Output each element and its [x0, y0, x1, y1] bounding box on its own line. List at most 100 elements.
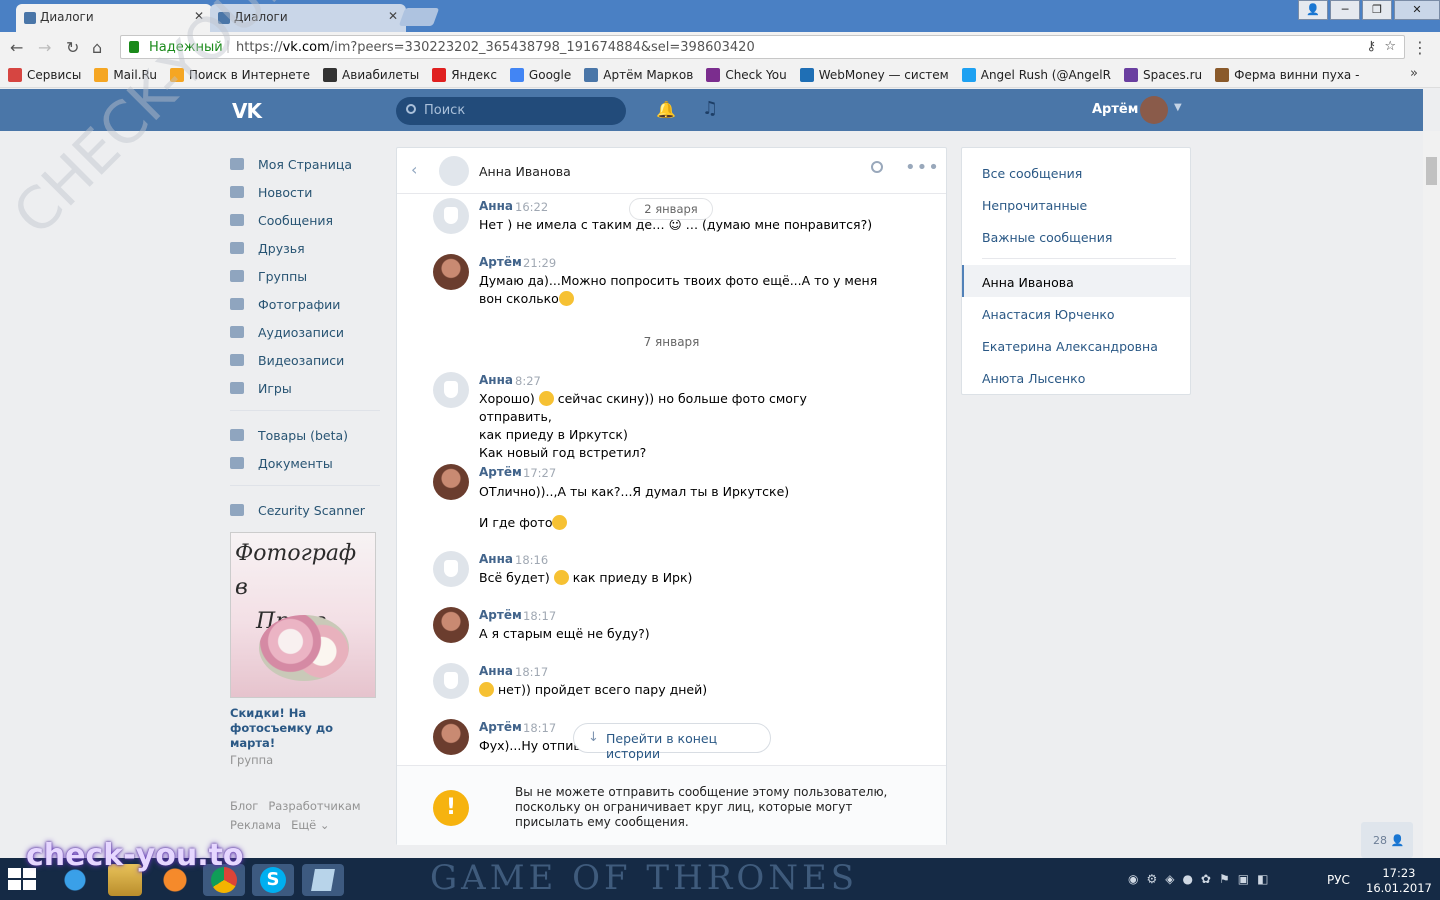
message-avatar[interactable]	[433, 198, 469, 234]
promo-image[interactable]: Фотограф в Праге	[230, 532, 376, 698]
peer-name[interactable]: Анна Иванова	[479, 164, 571, 179]
system-tray-icons[interactable]: ◉⚙◈●✿⚑▣◧	[1128, 872, 1276, 886]
message-avatar[interactable]	[433, 663, 469, 699]
scrollbar-thumb[interactable]	[1426, 157, 1437, 185]
forward-icon[interactable]: →	[38, 38, 51, 57]
sidebar-item[interactable]: Cezurity Scanner	[230, 496, 380, 524]
online-friends-counter[interactable]: 28 👤	[1361, 822, 1413, 858]
sidebar-item[interactable]: Сообщения	[230, 206, 380, 234]
bookmark-item[interactable]: Mail.Ru	[94, 62, 157, 87]
sidebar-item[interactable]: Фотографии	[230, 290, 380, 318]
notepad-icon[interactable]	[302, 864, 344, 896]
message-author[interactable]: Анна	[479, 373, 513, 387]
header-user-name[interactable]: Артём	[1092, 102, 1138, 117]
message-author[interactable]: Анна	[479, 664, 513, 678]
message-avatar[interactable]	[433, 719, 469, 755]
message-author[interactable]: Артём	[479, 255, 522, 269]
more-actions-icon[interactable]: •••	[905, 157, 940, 178]
message-author[interactable]: Артём	[479, 608, 522, 622]
message-time: 18:17	[523, 721, 557, 735]
sidebar-item[interactable]: Видеозаписи	[230, 346, 380, 374]
footer-link-dev[interactable]: Разработчикам	[268, 799, 360, 813]
bookmark-item[interactable]: WebMoney — систем	[799, 62, 949, 87]
peer-avatar[interactable]	[439, 156, 469, 186]
sidebar-item[interactable]: Игры	[230, 374, 380, 402]
message-avatar[interactable]	[433, 551, 469, 587]
skype-icon[interactable]: S	[252, 864, 294, 896]
sidebar-item[interactable]: Аудиозаписи	[230, 318, 380, 346]
message-history[interactable]: Анна 16:22 Нет ) не имела с таким де… ☺ …	[397, 194, 946, 764]
page-scrollbar[interactable]	[1423, 131, 1440, 858]
star-icon[interactable]: ☆	[1384, 39, 1396, 54]
sidebar-item[interactable]: Группы	[230, 262, 380, 290]
message-avatar[interactable]	[433, 254, 469, 290]
taskbar-clock[interactable]: 17:23 16.01.2017	[1366, 866, 1432, 896]
bookmark-item[interactable]: Ферма винни пуха -	[1215, 62, 1359, 87]
browser-tab-active[interactable]: Диалоги ✕	[16, 4, 212, 32]
dialog-item[interactable]: Екатерина Александровна	[962, 329, 1190, 361]
home-icon[interactable]: ⌂	[92, 38, 102, 57]
url-path: /im?peers=330223202_365438798_191674884&…	[329, 40, 755, 55]
search-input[interactable]: Поиск	[396, 97, 626, 125]
filter-all-messages[interactable]: Все сообщения	[962, 156, 1190, 188]
filter-unread[interactable]: Непрочитанные	[962, 188, 1190, 220]
bookmark-item[interactable]: Авиабилеты	[323, 62, 419, 87]
bookmark-item[interactable]: Артём Марков	[584, 62, 693, 87]
input-language[interactable]: РУС	[1327, 873, 1350, 887]
reload-icon[interactable]: ↻	[66, 38, 79, 57]
bookmark-item[interactable]: Angel Rush (@AngelR	[961, 62, 1111, 87]
profile-icon[interactable]: 👤	[1298, 0, 1328, 20]
go-to-end-button[interactable]: ↓ Перейти в конец истории	[573, 723, 771, 761]
promo-title-link[interactable]: Скидки! На фотосъемку до марта!	[230, 706, 380, 751]
chat-search-icon[interactable]	[871, 161, 883, 173]
footer-link-blog[interactable]: Блог	[230, 799, 258, 813]
close-tab-icon[interactable]: ✕	[388, 9, 398, 23]
browser-tab-inactive[interactable]: Диалоги ✕	[210, 4, 406, 32]
close-window-button[interactable]: ✕	[1394, 0, 1440, 20]
close-tab-icon[interactable]: ✕	[194, 9, 204, 23]
footer-link-ads[interactable]: Реклама	[230, 818, 281, 832]
url-input[interactable]: Надежный | https://vk.com/im?peers=33022…	[120, 35, 1405, 59]
bookmark-item[interactable]: Spaces.ru	[1123, 62, 1202, 87]
bookmark-item[interactable]: Google	[509, 62, 571, 87]
bookmarks-overflow-icon[interactable]: »	[1410, 66, 1418, 81]
vk-logo[interactable]: VK	[232, 99, 262, 123]
new-tab-button[interactable]	[398, 8, 440, 26]
bookmark-item[interactable]: Сервисы	[8, 62, 81, 87]
bookmark-item[interactable]: Check You	[706, 62, 787, 87]
browser-menu-icon[interactable]: ⋮	[1412, 38, 1428, 57]
sidebar-item-label: Фотографии	[258, 296, 341, 312]
message-time: 16:22	[515, 200, 549, 214]
filter-important[interactable]: Важные сообщения	[962, 220, 1190, 252]
sidebar-item[interactable]: Моя Страница	[230, 150, 380, 178]
footer-link-more[interactable]: Ещё ⌄	[291, 818, 329, 832]
dialog-item[interactable]: Анюта Лысенко	[962, 361, 1190, 393]
maximize-button[interactable]: ❐	[1362, 0, 1392, 20]
key-icon[interactable]: ⚷	[1367, 39, 1377, 54]
message-author[interactable]: Анна	[479, 199, 513, 213]
message-avatar[interactable]	[433, 607, 469, 643]
notifications-bell-icon[interactable]: 🔔	[656, 100, 676, 119]
dialog-item-selected[interactable]: Анна Иванова	[962, 265, 1190, 297]
dialog-item[interactable]: Анастасия Юрченко	[962, 297, 1190, 329]
sidebar-item[interactable]: Документы	[230, 449, 380, 477]
bookmark-item[interactable]: Яндекс	[432, 62, 497, 87]
sidebar-item-icon	[230, 504, 244, 516]
blush-emoji-icon	[553, 570, 569, 585]
header-avatar[interactable]	[1140, 96, 1168, 124]
minimize-button[interactable]: ─	[1330, 0, 1360, 20]
message-avatar[interactable]	[433, 464, 469, 500]
message-avatar[interactable]	[433, 372, 469, 408]
sidebar-item-icon	[230, 270, 244, 282]
back-icon[interactable]: ←	[10, 38, 23, 57]
sidebar-item[interactable]: Друзья	[230, 234, 380, 262]
message-author[interactable]: Артём	[479, 720, 522, 734]
sidebar-item[interactable]: Новости	[230, 178, 380, 206]
blush-emoji-icon	[538, 391, 554, 406]
sidebar-item[interactable]: Товары (beta)	[230, 421, 380, 449]
music-note-icon[interactable]: ♫	[702, 98, 718, 119]
chevron-down-icon[interactable]: ▼	[1174, 102, 1182, 113]
bookmark-item[interactable]: Поиск в Интернете	[169, 62, 310, 87]
message-author[interactable]: Анна	[479, 552, 513, 566]
back-arrow-icon[interactable]: ‹	[411, 160, 417, 179]
